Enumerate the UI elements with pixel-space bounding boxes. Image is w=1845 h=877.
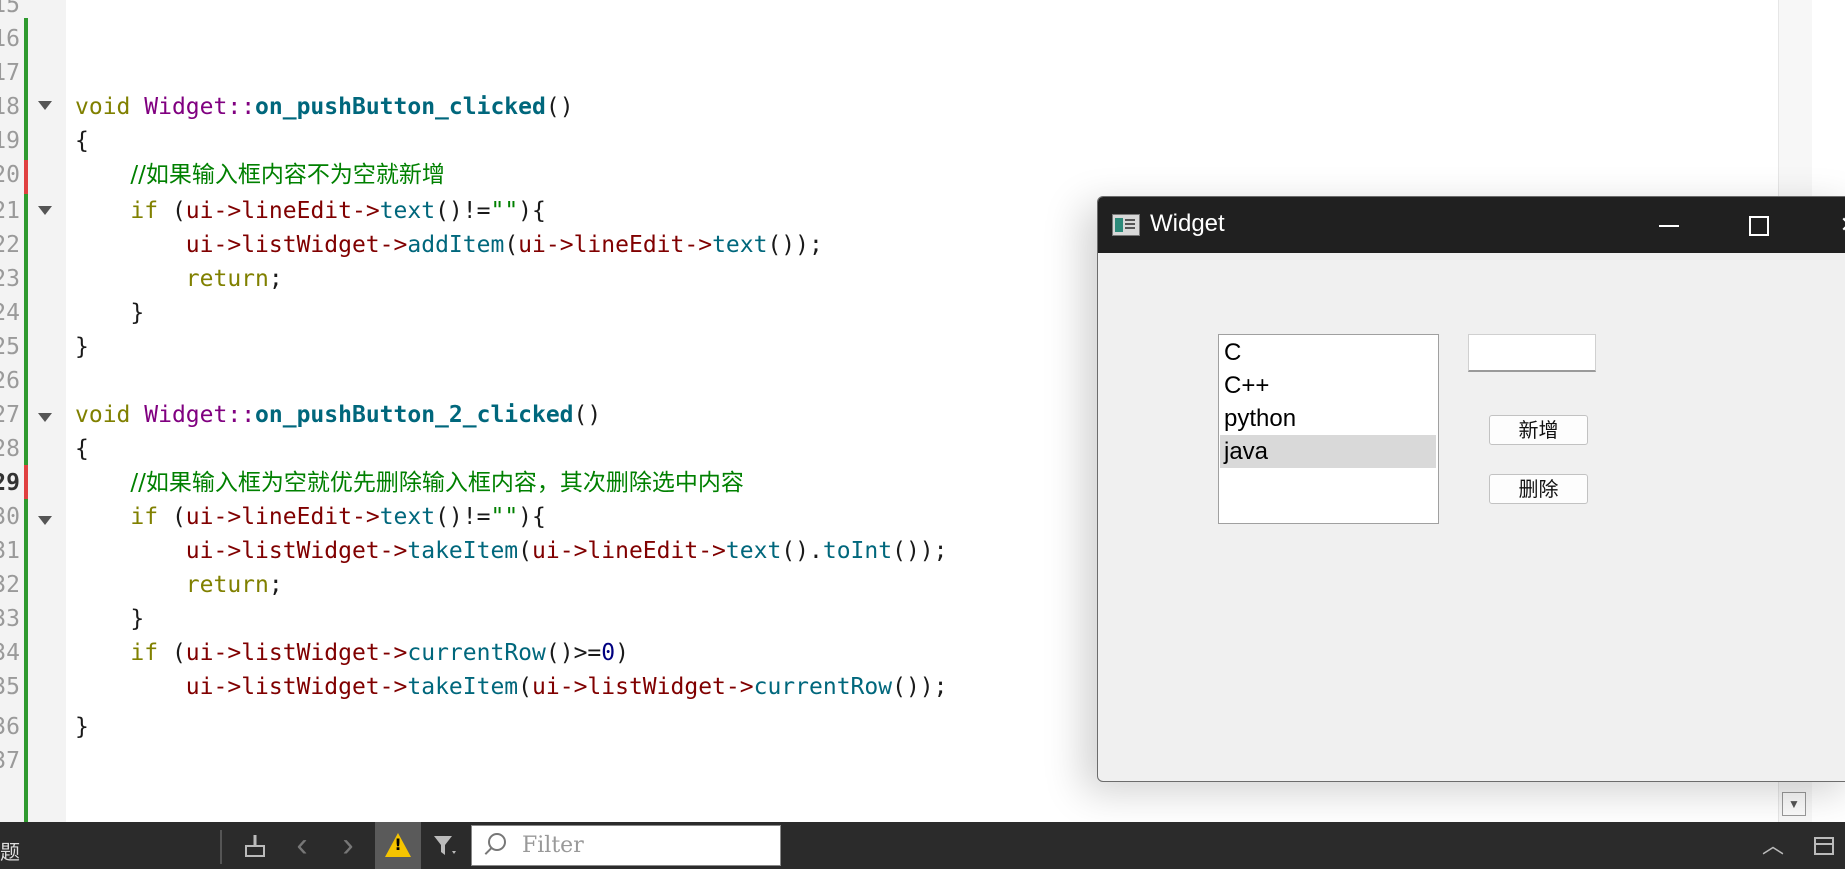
filter-icon[interactable] — [425, 822, 465, 869]
fold-arrow-icon[interactable] — [38, 516, 52, 525]
delete-button[interactable]: 删除 — [1489, 474, 1588, 504]
code-line: void Widget::on_pushButton_clicked() — [75, 94, 574, 120]
scroll-down-icon[interactable]: ▼ — [1782, 792, 1806, 816]
code-line: void Widget::on_pushButton_2_clicked() — [75, 402, 602, 428]
warnings-toggle-button[interactable]: ! — [375, 822, 421, 869]
line-number: 15 — [0, 0, 20, 18]
list-widget[interactable]: C C++ python java — [1218, 334, 1439, 524]
code-line: ui->listWidget->takeItem(ui->lineEdit->t… — [185, 538, 948, 564]
list-item[interactable]: C — [1220, 336, 1436, 369]
minimize-icon — [1659, 225, 1679, 228]
code-line: if (ui->listWidget->currentRow()>=0) — [130, 640, 629, 666]
filter-field[interactable] — [471, 825, 781, 866]
collapse-panel-icon[interactable]: ︿ — [1753, 822, 1793, 869]
code-line: } — [75, 714, 89, 740]
fold-arrow-icon[interactable] — [38, 206, 52, 215]
code-line: return; — [185, 572, 283, 598]
code-line: //如果输入框为空就优先删除输入框内容，其次删除选中内容 — [130, 470, 744, 496]
line-number: 18 — [0, 94, 20, 120]
output-panel-toolbar: 题 ‹ › ! ︿ — [0, 822, 1845, 869]
line-number: 17 — [0, 60, 20, 86]
panel-title: 题 — [0, 842, 20, 864]
separator — [220, 830, 222, 864]
change-marker-modified — [24, 160, 28, 194]
close-button[interactable]: ✕ — [1804, 197, 1845, 253]
code-line: { — [75, 436, 89, 462]
line-number: 32 — [0, 572, 20, 598]
code-line: } — [75, 334, 89, 360]
line-number: 21 — [0, 198, 20, 224]
line-number: 34 — [0, 640, 20, 666]
line-number: 35 — [0, 674, 20, 700]
line-number: 36 — [0, 714, 20, 740]
line-number: 26 — [0, 368, 20, 394]
line-number: 25 — [0, 334, 20, 360]
line-number: 22 — [0, 232, 20, 258]
line-number: 37 — [0, 748, 20, 774]
line-number-current: 29 — [0, 470, 20, 496]
code-line: } — [130, 300, 145, 326]
list-item[interactable]: python — [1220, 402, 1436, 435]
widget-window[interactable]: Widget ✕ C C++ python java 新增 删除 — [1097, 196, 1845, 782]
filter-input[interactable] — [522, 831, 772, 859]
back-arrow-icon[interactable]: ‹ — [282, 822, 322, 869]
line-number: 19 — [0, 128, 20, 154]
clean-icon[interactable] — [235, 822, 275, 869]
code-line: { — [75, 128, 89, 154]
code-line: return; — [185, 266, 283, 292]
app-icon — [1112, 214, 1140, 236]
code-line: if (ui->lineEdit->text()!=""){ — [130, 504, 546, 530]
maximize-panel-icon[interactable] — [1804, 822, 1844, 869]
maximize-icon — [1749, 216, 1769, 237]
code-line: ui->listWidget->addItem(ui->lineEdit->te… — [185, 232, 823, 258]
fold-arrow-icon[interactable] — [38, 413, 52, 422]
line-number-gutter: 15 16 17 18 19 20 21 22 23 24 25 26 27 2… — [0, 0, 66, 823]
code-line: if (ui->lineEdit->text()!=""){ — [130, 198, 546, 224]
line-number: 16 — [0, 26, 20, 52]
line-edit[interactable] — [1468, 334, 1596, 372]
change-marker — [24, 18, 28, 823]
minimize-button[interactable] — [1624, 197, 1714, 253]
line-number: 20 — [0, 162, 20, 188]
title-bar[interactable]: Widget ✕ — [1098, 197, 1845, 253]
change-marker-modified — [24, 465, 28, 499]
code-line: ui->listWidget->takeItem(ui->listWidget-… — [185, 674, 948, 700]
line-number: 33 — [0, 606, 20, 632]
code-line: } — [130, 606, 145, 632]
line-number: 28 — [0, 436, 20, 462]
line-number: 24 — [0, 300, 20, 326]
list-item[interactable]: C++ — [1220, 369, 1436, 402]
code-line: //如果输入框内容不为空就新增 — [130, 162, 445, 188]
list-item-selected[interactable]: java — [1220, 435, 1436, 468]
line-number: 31 — [0, 538, 20, 564]
line-number: 23 — [0, 266, 20, 292]
line-number: 27 — [0, 402, 20, 428]
search-icon — [488, 833, 506, 851]
fold-arrow-icon[interactable] — [38, 101, 52, 110]
close-icon: ✕ — [1840, 212, 1845, 237]
maximize-button[interactable] — [1714, 197, 1804, 253]
forward-arrow-icon[interactable]: › — [328, 822, 368, 869]
window-title: Widget — [1150, 210, 1225, 237]
add-button[interactable]: 新增 — [1489, 415, 1588, 445]
line-number: 30 — [0, 504, 20, 530]
